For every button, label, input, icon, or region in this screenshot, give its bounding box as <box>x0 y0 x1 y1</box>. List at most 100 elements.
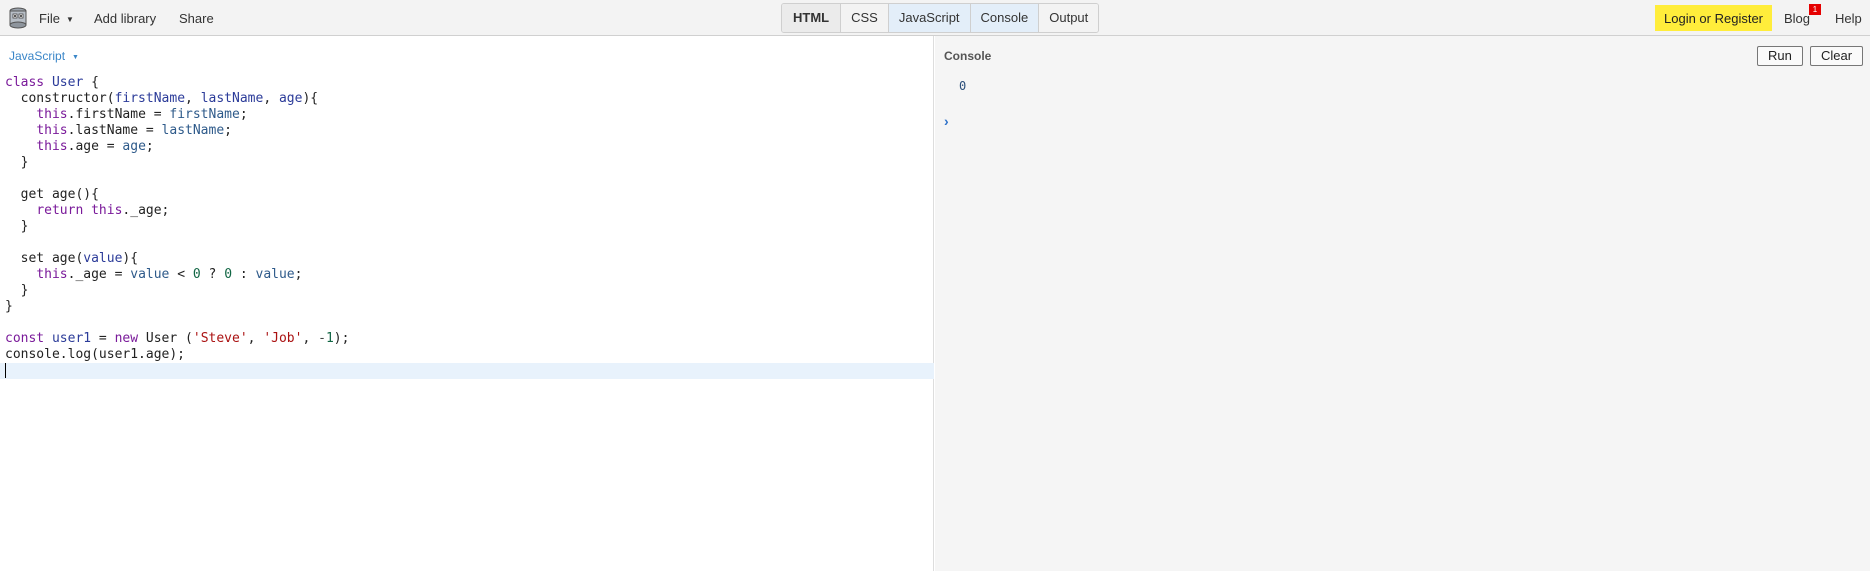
code-token: age <box>122 139 146 154</box>
code-line[interactable]: set age(value){ <box>5 251 934 267</box>
code-token: value <box>130 267 170 282</box>
javascript-editor-panel: JavaScript ▼ class User { constructor(fir… <box>0 36 934 571</box>
code-token: ._age; <box>122 203 170 218</box>
add-library-menu[interactable]: Add library <box>94 0 156 36</box>
code-line[interactable] <box>5 235 934 251</box>
code-token: const <box>5 331 45 346</box>
code-line[interactable]: get age(){ <box>5 187 934 203</box>
code-token: constructor <box>20 91 107 106</box>
code-token: ; <box>145 139 154 154</box>
code-token: } <box>5 283 29 298</box>
code-token: ; <box>224 123 232 138</box>
code-token: User ( <box>138 331 193 346</box>
console-title: Console <box>944 49 992 63</box>
code-line[interactable] <box>5 315 934 331</box>
language-selector-label: JavaScript <box>9 49 66 63</box>
tab-console[interactable]: Console <box>970 4 1040 32</box>
code-token: 0 <box>224 267 233 282</box>
code-area[interactable]: class User { constructor(firstName, last… <box>0 75 934 379</box>
code-token: = <box>91 331 115 346</box>
share-menu[interactable]: Share <box>179 0 214 36</box>
code-token: .firstName = <box>67 107 170 122</box>
code-token: this <box>36 139 68 154</box>
code-line[interactable]: this.age = age; <box>5 139 934 155</box>
code-token: User <box>51 75 84 90</box>
code-line[interactable]: constructor(firstName, lastName, age){ <box>5 91 934 107</box>
code-token: , <box>185 91 201 106</box>
caret-down-icon: ▼ <box>65 15 74 24</box>
code-token: value <box>83 251 123 266</box>
code-token: ? <box>200 267 225 282</box>
code-token: console.log(user1.age); <box>5 347 186 362</box>
code-line[interactable]: } <box>5 283 934 299</box>
code-token: } <box>5 299 13 314</box>
code-token: value <box>255 267 295 282</box>
panel-tabs: HTML CSS JavaScript Console Output <box>781 3 1100 33</box>
code-token: this <box>36 267 68 282</box>
code-token: firstName <box>114 91 186 106</box>
code-token: ){ <box>122 251 139 266</box>
code-line[interactable]: this._age = value < 0 ? 0 : value; <box>5 267 934 283</box>
code-token: 'Steve' <box>192 331 248 346</box>
code-line[interactable]: return this._age; <box>5 203 934 219</box>
blog-link[interactable]: Blog <box>1784 0 1810 36</box>
code-token: lastName <box>161 123 225 138</box>
code-token: ){ <box>302 91 319 106</box>
code-token: get age(){ <box>5 187 99 202</box>
file-menu[interactable]: File ▼ <box>39 0 74 36</box>
help-link[interactable]: Help <box>1835 0 1862 36</box>
top-toolbar: File ▼ Add library Share HTML CSS JavaScr… <box>0 0 1870 36</box>
code-token: new <box>114 331 139 346</box>
code-line[interactable]: } <box>5 219 934 235</box>
code-line[interactable]: class User { <box>5 75 934 91</box>
code-token: < <box>169 267 193 282</box>
console-panel: Console Run Clear 0 › <box>935 36 1870 571</box>
jsbin-logo-icon[interactable] <box>8 7 28 29</box>
code-token: .lastName = <box>67 123 162 138</box>
code-token: , <box>263 91 279 106</box>
clear-button[interactable]: Clear <box>1810 46 1864 66</box>
code-token: ; <box>294 267 303 282</box>
code-token: ( <box>106 91 115 106</box>
language-selector[interactable]: JavaScript ▼ <box>9 49 79 63</box>
code-line[interactable]: const user1 = new User ('Steve', 'Job', … <box>5 331 934 347</box>
code-token: lastName <box>200 91 264 106</box>
code-token: ); <box>333 331 350 346</box>
code-token: set age( <box>5 251 84 266</box>
code-token: ; <box>239 107 248 122</box>
code-line[interactable] <box>5 171 934 187</box>
tab-output[interactable]: Output <box>1039 4 1099 32</box>
code-token: } <box>5 155 29 170</box>
code-token: { <box>83 75 99 90</box>
code-line[interactable] <box>0 363 934 379</box>
tab-html[interactable]: HTML <box>782 4 842 32</box>
run-button[interactable]: Run <box>1757 46 1803 66</box>
code-token: this <box>36 107 68 122</box>
tab-css[interactable]: CSS <box>841 4 889 32</box>
code-token: this <box>36 123 68 138</box>
code-token: .age = <box>67 139 123 154</box>
code-token: } <box>5 219 29 234</box>
code-token: - <box>318 331 326 346</box>
code-token: this <box>91 203 123 218</box>
login-register-button[interactable]: Login or Register <box>1655 5 1772 31</box>
code-token: class <box>5 75 45 90</box>
tab-javascript[interactable]: JavaScript <box>888 4 971 32</box>
console-prompt-icon[interactable]: › <box>944 113 949 129</box>
code-line[interactable]: this.lastName = lastName; <box>5 123 934 139</box>
code-token: return <box>36 203 84 218</box>
console-output-line: 0 <box>959 79 967 93</box>
code-line[interactable]: this.firstName = firstName; <box>5 107 934 123</box>
code-line[interactable]: } <box>5 155 934 171</box>
code-token: , <box>302 331 319 346</box>
code-line[interactable]: } <box>5 299 934 315</box>
code-line[interactable]: console.log(user1.age); <box>5 347 934 363</box>
code-token: 'Job' <box>263 331 303 346</box>
